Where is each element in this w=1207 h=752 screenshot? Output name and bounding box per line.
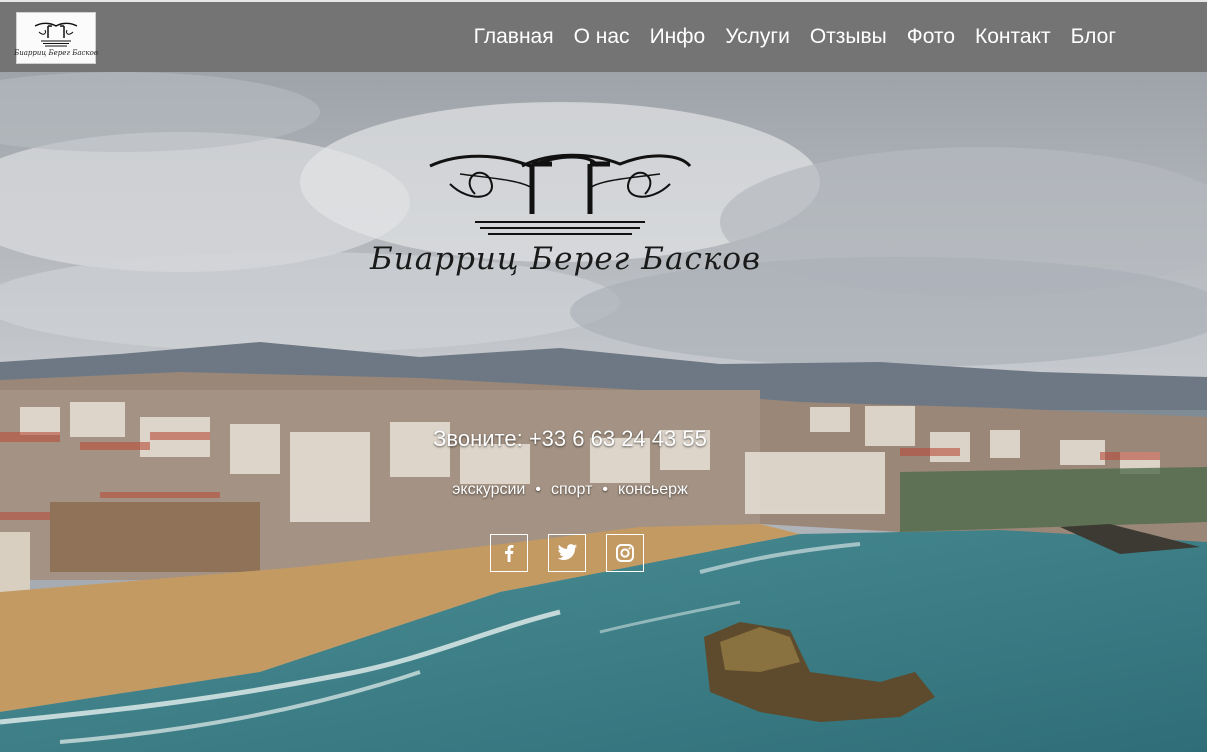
social-links: [490, 534, 644, 572]
tag-concierge: консьерж: [618, 481, 688, 498]
twitter-button[interactable]: [548, 534, 586, 572]
tag-excursions: экскурсии: [452, 481, 526, 498]
facebook-button[interactable]: [490, 534, 528, 572]
nav-item-info[interactable]: Инфо: [650, 22, 706, 52]
main-navigation: Главная О нас Инфо Услуги Отзывы Фото Ко…: [474, 22, 1116, 52]
top-navigation-bar: Биарриц Берег Басков Главная О нас Инфо …: [0, 0, 1207, 72]
tag-separator: •: [535, 481, 541, 498]
phone-callout[interactable]: Звоните: +33 6 63 24 43 55: [0, 426, 1140, 452]
hero-section: Биарриц Берег Басков Звоните: +33 6 63 2…: [0, 72, 1207, 752]
instagram-icon: [616, 544, 634, 562]
tag-sport: спорт: [550, 481, 593, 498]
brand-logo: Биарриц Берег Басков: [370, 144, 762, 277]
nav-item-reviews[interactable]: Отзывы: [810, 22, 887, 52]
nav-item-photo[interactable]: Фото: [907, 22, 955, 52]
site-logo[interactable]: Биарриц Берег Басков: [14, 12, 98, 64]
nav-item-home[interactable]: Главная: [474, 22, 554, 52]
logo-caption: Биарриц Берег Басков: [14, 48, 98, 57]
nav-item-blog[interactable]: Блог: [1071, 22, 1116, 52]
facebook-icon: [505, 545, 514, 562]
brand-monogram-icon: [429, 153, 692, 235]
monogram-logo-icon: [34, 22, 78, 46]
tag-separator: •: [602, 481, 609, 498]
instagram-button[interactable]: [606, 534, 644, 572]
brand-name-text: Биарриц Берег Басков: [370, 241, 762, 277]
twitter-icon: [557, 544, 578, 560]
nav-item-about[interactable]: О нас: [574, 22, 630, 52]
nav-item-contact[interactable]: Контакт: [975, 22, 1051, 52]
nav-item-services[interactable]: Услуги: [725, 22, 790, 52]
service-tags: экскурсии • спорт • консьерж: [0, 481, 1140, 499]
